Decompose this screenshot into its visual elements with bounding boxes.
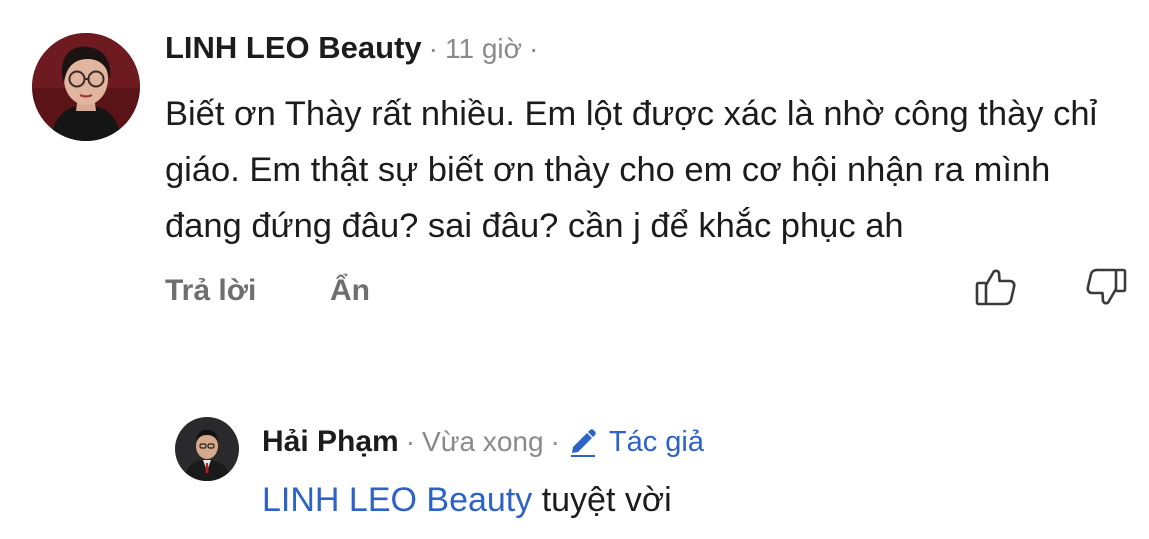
avatar[interactable] xyxy=(175,417,239,481)
thumbs-up-icon[interactable] xyxy=(973,264,1019,310)
reply-author[interactable]: Hải Phạm xyxy=(262,425,399,459)
comment-actions: Trả lời Ẩn xyxy=(165,268,1127,324)
author-badge-label: Tác giả xyxy=(608,425,704,458)
reply-header: Hải Phạm · Vừa xong · Tác giả xyxy=(262,417,1112,467)
reply-text: LINH LEO Beauty tuyệt vời xyxy=(262,475,1112,525)
reply-body: Hải Phạm · Vừa xong · Tác giả LINH LEO B… xyxy=(262,417,1112,525)
comment-text: Biết ơn Thày rất nhiều. Em lột được xác … xyxy=(165,95,1098,245)
mention-link[interactable]: LINH LEO Beauty xyxy=(262,481,532,519)
avatar[interactable] xyxy=(32,33,140,141)
separator-dot: · xyxy=(428,33,438,64)
pencil-icon xyxy=(570,429,596,457)
comment-time: 11 giờ xyxy=(444,33,522,64)
avatar-image xyxy=(175,417,239,481)
reply-time: Vừa xong xyxy=(422,426,544,457)
avatar-image xyxy=(32,33,140,141)
comment-header: LINH LEO Beauty · 11 giờ · xyxy=(165,30,1125,78)
comment-body: LINH LEO Beauty · 11 giờ · Biết ơn Thày … xyxy=(165,30,1127,324)
separator-dot: · xyxy=(550,426,560,457)
reply-message: tuyệt vời xyxy=(541,481,672,519)
separator-dot: · xyxy=(405,426,416,457)
separator-dot: · xyxy=(528,33,539,64)
thumbs-down-icon[interactable] xyxy=(1083,264,1129,310)
hide-button[interactable]: Ẩn xyxy=(330,274,370,308)
comment-author[interactable]: LINH LEO Beauty xyxy=(165,30,422,66)
reply-button[interactable]: Trả lời xyxy=(165,274,256,308)
author-badge: Tác giả xyxy=(567,426,704,459)
